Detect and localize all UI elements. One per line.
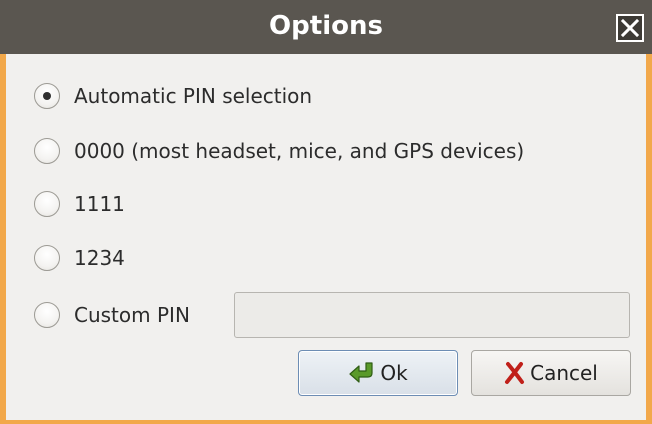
- radio-button[interactable]: [34, 138, 60, 164]
- radio-option-1234[interactable]: 1234: [34, 242, 125, 274]
- options-dialog: Options Automatic PIN selection 0000 (mo…: [0, 0, 652, 424]
- ok-label: Ok: [380, 361, 408, 385]
- custom-pin-input[interactable]: [234, 292, 630, 338]
- radio-label: 1111: [74, 192, 125, 216]
- dialog-content: Automatic PIN selection 0000 (most heads…: [6, 54, 646, 420]
- cancel-x-icon: [504, 361, 526, 385]
- close-icon: [620, 18, 640, 38]
- window-title: Options: [269, 11, 383, 41]
- radio-option-custom[interactable]: Custom PIN: [34, 299, 190, 331]
- radio-button[interactable]: [34, 245, 60, 271]
- radio-option-0000[interactable]: 0000 (most headset, mice, and GPS device…: [34, 135, 524, 167]
- ok-button[interactable]: Ok: [298, 350, 458, 396]
- cancel-label: Cancel: [530, 361, 598, 385]
- cancel-button[interactable]: Cancel: [471, 350, 631, 396]
- radio-button[interactable]: [34, 83, 60, 109]
- radio-option-automatic[interactable]: Automatic PIN selection: [34, 80, 312, 112]
- radio-label: Custom PIN: [74, 303, 190, 327]
- radio-button[interactable]: [34, 302, 60, 328]
- radio-option-1111[interactable]: 1111: [34, 188, 125, 220]
- close-button[interactable]: [616, 14, 644, 42]
- radio-label: 1234: [74, 246, 125, 270]
- ok-arrow-icon: [348, 361, 376, 385]
- radio-label: 0000 (most headset, mice, and GPS device…: [74, 139, 525, 163]
- title-bar[interactable]: Options: [0, 0, 652, 54]
- radio-button[interactable]: [34, 191, 60, 217]
- radio-label: Automatic PIN selection: [74, 84, 313, 108]
- radio-selected-dot: [43, 92, 51, 100]
